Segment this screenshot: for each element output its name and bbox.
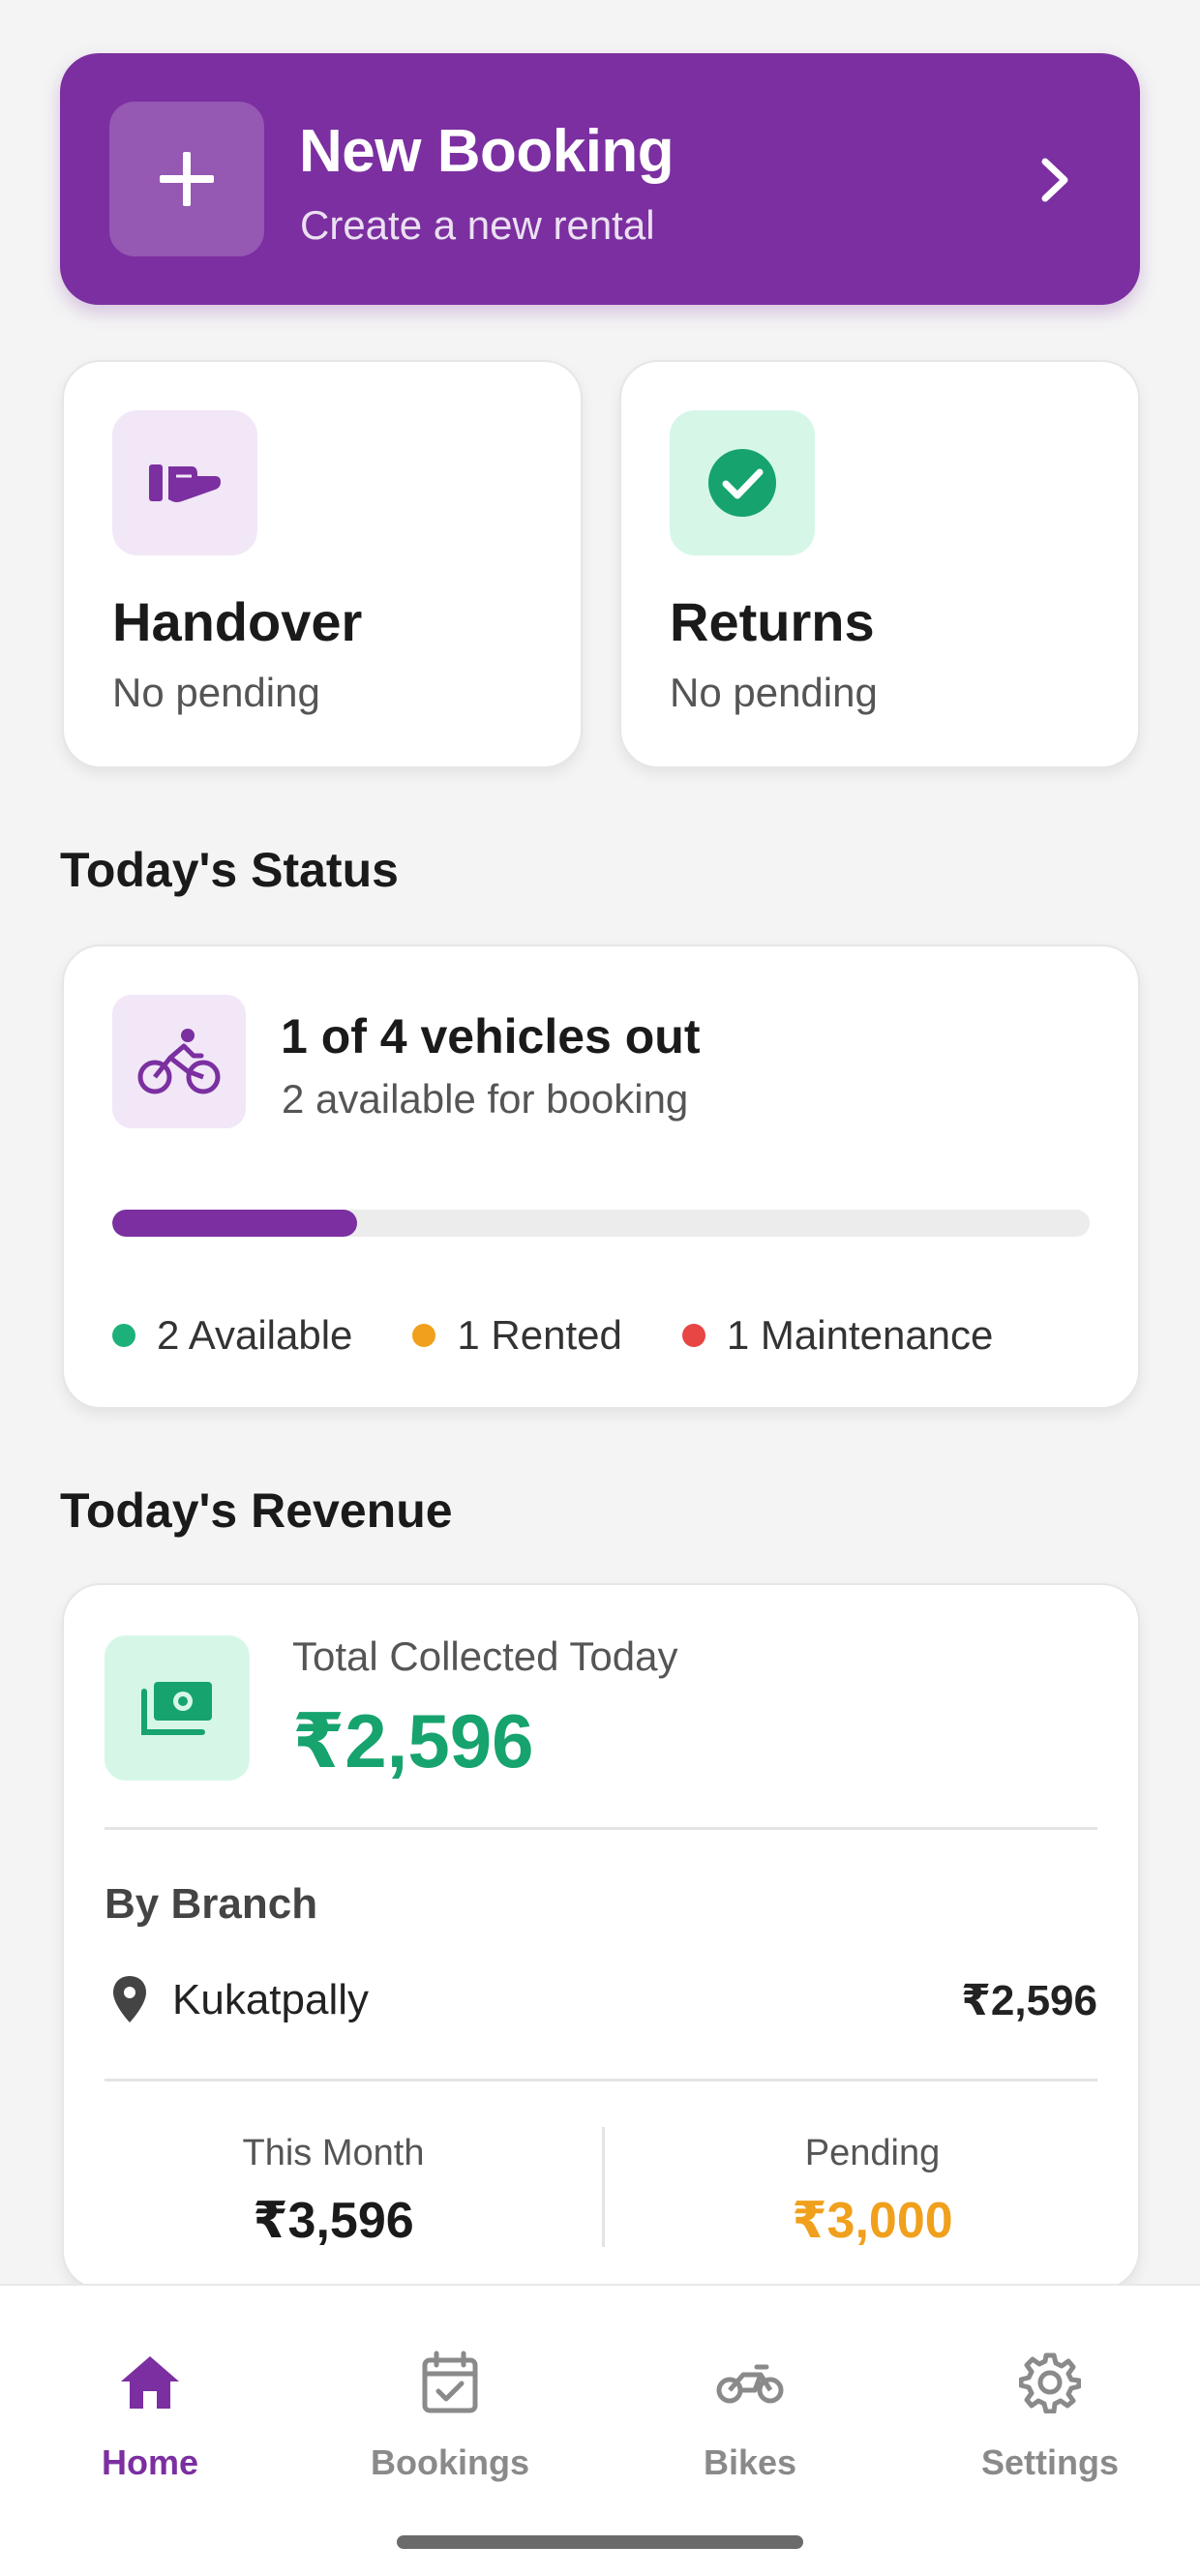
handover-subtitle: No pending bbox=[112, 670, 320, 715]
rented-dot bbox=[412, 1324, 436, 1347]
nav-home[interactable]: Home bbox=[29, 2344, 271, 2499]
new-booking-icon-box bbox=[109, 102, 264, 256]
vehicles-out-text: 1 of 4 vehicles out bbox=[281, 1009, 701, 1063]
check-circle-icon bbox=[708, 449, 776, 517]
vehicle-progress-fill bbox=[112, 1210, 357, 1237]
nav-home-label: Home bbox=[101, 2442, 199, 2482]
this-month-value: ₹3,596 bbox=[253, 2193, 414, 2249]
by-branch-label: By Branch bbox=[105, 1880, 318, 1928]
nav-settings[interactable]: Settings bbox=[929, 2344, 1171, 2499]
revenue-icon-box bbox=[105, 1635, 250, 1781]
branch-name: Kukatpally bbox=[172, 1976, 370, 2023]
nav-bookings[interactable]: Bookings bbox=[329, 2344, 571, 2499]
home-icon bbox=[121, 2356, 179, 2409]
available-for-booking-text: 2 available for booking bbox=[282, 1076, 689, 1122]
gear-icon bbox=[1019, 2352, 1081, 2413]
revenue-section-title: Today's Revenue bbox=[60, 1483, 453, 1538]
legend-maintenance: 1 Maintenance bbox=[681, 1312, 994, 1359]
legend-available-label: 2 Available bbox=[157, 1312, 353, 1358]
bottom-navigation: Home Bookings Bikes Settings bbox=[0, 2284, 1200, 2576]
home-indicator bbox=[397, 2535, 803, 2549]
new-booking-button[interactable]: New Booking Create a new rental bbox=[60, 53, 1140, 305]
total-collected-value: ₹2,596 bbox=[292, 1698, 534, 1783]
hand-icon bbox=[149, 464, 221, 502]
returns-card[interactable]: Returns No pending bbox=[619, 360, 1140, 768]
vehicle-progress-bar bbox=[112, 1210, 1090, 1237]
legend-maintenance-label: 1 Maintenance bbox=[726, 1312, 994, 1358]
nav-bikes-label: Bikes bbox=[703, 2442, 797, 2482]
status-legend: 2 Available 1 Rented 1 Maintenance bbox=[112, 1312, 1053, 1359]
bike-icon bbox=[716, 2364, 784, 2404]
chevron-right-icon bbox=[1041, 158, 1068, 202]
available-dot bbox=[112, 1324, 135, 1347]
this-month-label: This Month bbox=[242, 2133, 425, 2173]
handover-icon-box bbox=[112, 410, 257, 555]
revenue-card: Total Collected Today ₹2,596 By Branch K… bbox=[62, 1583, 1140, 2290]
returns-subtitle: No pending bbox=[670, 670, 878, 715]
maintenance-dot bbox=[681, 1324, 705, 1347]
branch-row: Kukatpally ₹2,596 bbox=[105, 1970, 1097, 2028]
new-booking-title: New Booking bbox=[299, 118, 675, 185]
revenue-divider-top bbox=[105, 1827, 1097, 1830]
returns-title: Returns bbox=[670, 591, 875, 652]
status-section-title: Today's Status bbox=[60, 843, 399, 897]
revenue-divider-bottom bbox=[105, 2079, 1097, 2082]
pending-value: ₹3,000 bbox=[792, 2193, 953, 2249]
status-card: 1 of 4 vehicles out 2 available for book… bbox=[62, 944, 1140, 1409]
this-month-summary: This Month ₹3,596 bbox=[64, 2127, 603, 2250]
legend-rented-label: 1 Rented bbox=[457, 1312, 622, 1358]
location-pin-icon bbox=[113, 1976, 146, 2022]
plus-icon bbox=[160, 152, 214, 206]
total-collected-label: Total Collected Today bbox=[292, 1633, 678, 1679]
home-screen: New Booking Create a new rental Handover… bbox=[0, 0, 1200, 2576]
legend-available: 2 Available bbox=[112, 1312, 352, 1359]
calendar-check-icon bbox=[422, 2351, 478, 2413]
nav-settings-label: Settings bbox=[980, 2442, 1119, 2482]
branch-amount: ₹2,596 bbox=[961, 1977, 1097, 2024]
status-icon-box bbox=[112, 995, 246, 1128]
handover-card[interactable]: Handover No pending bbox=[62, 360, 583, 768]
new-booking-subtitle: Create a new rental bbox=[300, 202, 655, 248]
money-icon bbox=[141, 1682, 212, 1735]
pending-label: Pending bbox=[804, 2133, 941, 2173]
bicycle-icon bbox=[137, 1029, 221, 1094]
revenue-summary: This Month ₹3,596 Pending ₹3,000 bbox=[64, 2127, 1142, 2253]
pending-summary: Pending ₹3,000 bbox=[603, 2127, 1142, 2250]
nav-bookings-label: Bookings bbox=[370, 2442, 529, 2482]
handover-title: Handover bbox=[112, 591, 363, 652]
legend-rented: 1 Rented bbox=[412, 1312, 622, 1359]
nav-bikes[interactable]: Bikes bbox=[629, 2344, 871, 2499]
returns-icon-box bbox=[670, 410, 815, 555]
